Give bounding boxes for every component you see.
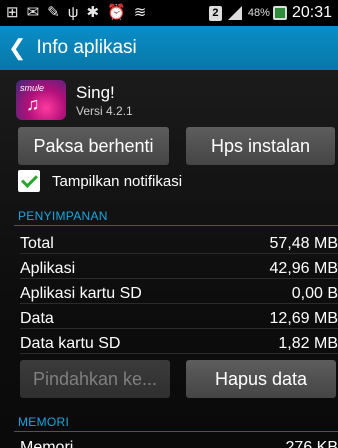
app-icon-text: smule [20, 83, 45, 93]
storage-label: Total [20, 235, 54, 252]
storage-value: 42,96 MB [269, 260, 338, 277]
storage-label: Aplikasi kartu SD [20, 285, 142, 302]
memory-row: Memori 276 KB [20, 435, 338, 448]
force-stop-button[interactable]: Paksa berhenti [18, 127, 169, 165]
section-divider [14, 225, 338, 226]
clear-data-button[interactable]: Hapus data [186, 360, 336, 398]
notification-checkbox[interactable] [18, 170, 40, 192]
page-title: Info aplikasi [36, 37, 137, 58]
signal-icon [227, 6, 242, 20]
storage-value: 12,69 MB [269, 310, 338, 327]
storage-label: Data [20, 310, 54, 327]
bluetooth-icon: ✱ [86, 4, 100, 21]
add-icon: ⊞ [6, 4, 19, 21]
back-icon[interactable]: ❮ [8, 35, 26, 61]
app-info-content: smule ♫ Sing! Versi 4.2.1 Paksa berhenti… [0, 70, 338, 448]
uninstall-button[interactable]: Hps instalan [186, 127, 335, 165]
move-to-sd-button[interactable]: Pindahkan ke... [20, 360, 170, 398]
email-icon: ✉ [26, 4, 40, 21]
storage-label: Aplikasi [20, 260, 76, 277]
battery-icon [272, 6, 287, 20]
alarm-icon: ⏰ [107, 4, 126, 21]
app-version: Versi 4.2.1 [76, 103, 133, 118]
storage-row-data: Data 12,69 MB [20, 307, 338, 329]
app-header: smule ♫ Sing! Versi 4.2.1 [16, 80, 133, 120]
smule-app-icon: smule ♫ [16, 80, 66, 120]
battery-percent: 48% [247, 7, 270, 19]
storage-row-data-sd: Data kartu SD 1,82 MB [20, 332, 338, 354]
memory-label: Memori [20, 439, 74, 448]
storage-label: Data kartu SD [20, 335, 121, 352]
notification-label: Tampilkan notifikasi [52, 172, 183, 190]
memory-value: 276 KB [285, 439, 338, 448]
storage-value: 57,48 MB [269, 235, 338, 252]
app-name: Sing! [76, 82, 115, 102]
memory-section-header: MEMORI [18, 415, 70, 429]
status-bar: ⊞ ✉ ✎ ψ ✱ ⏰ ≋ 2 48% 20:31 [0, 0, 338, 26]
storage-row-app: Aplikasi 42,96 MB [20, 257, 338, 279]
music-note-icon: ♫ [26, 94, 40, 114]
storage-value: 1,82 MB [278, 335, 338, 352]
notification-toggle[interactable]: Tampilkan notifikasi [18, 170, 182, 192]
section-divider [14, 431, 338, 432]
storage-section-header: PENYIMPANAN [18, 209, 108, 223]
storage-row-total: Total 57,48 MB [20, 232, 338, 254]
usb-icon: ψ [67, 4, 79, 21]
chat-icon: ✎ [47, 4, 60, 21]
sim-icon: 2 [208, 5, 222, 21]
storage-row-app-sd: Aplikasi kartu SD 0,00 B [20, 282, 338, 304]
clock: 20:31 [291, 4, 332, 21]
wifi-icon: ≋ [133, 4, 147, 21]
action-bar: ❮ Info aplikasi [0, 26, 338, 70]
storage-value: 0,00 B [291, 285, 338, 302]
